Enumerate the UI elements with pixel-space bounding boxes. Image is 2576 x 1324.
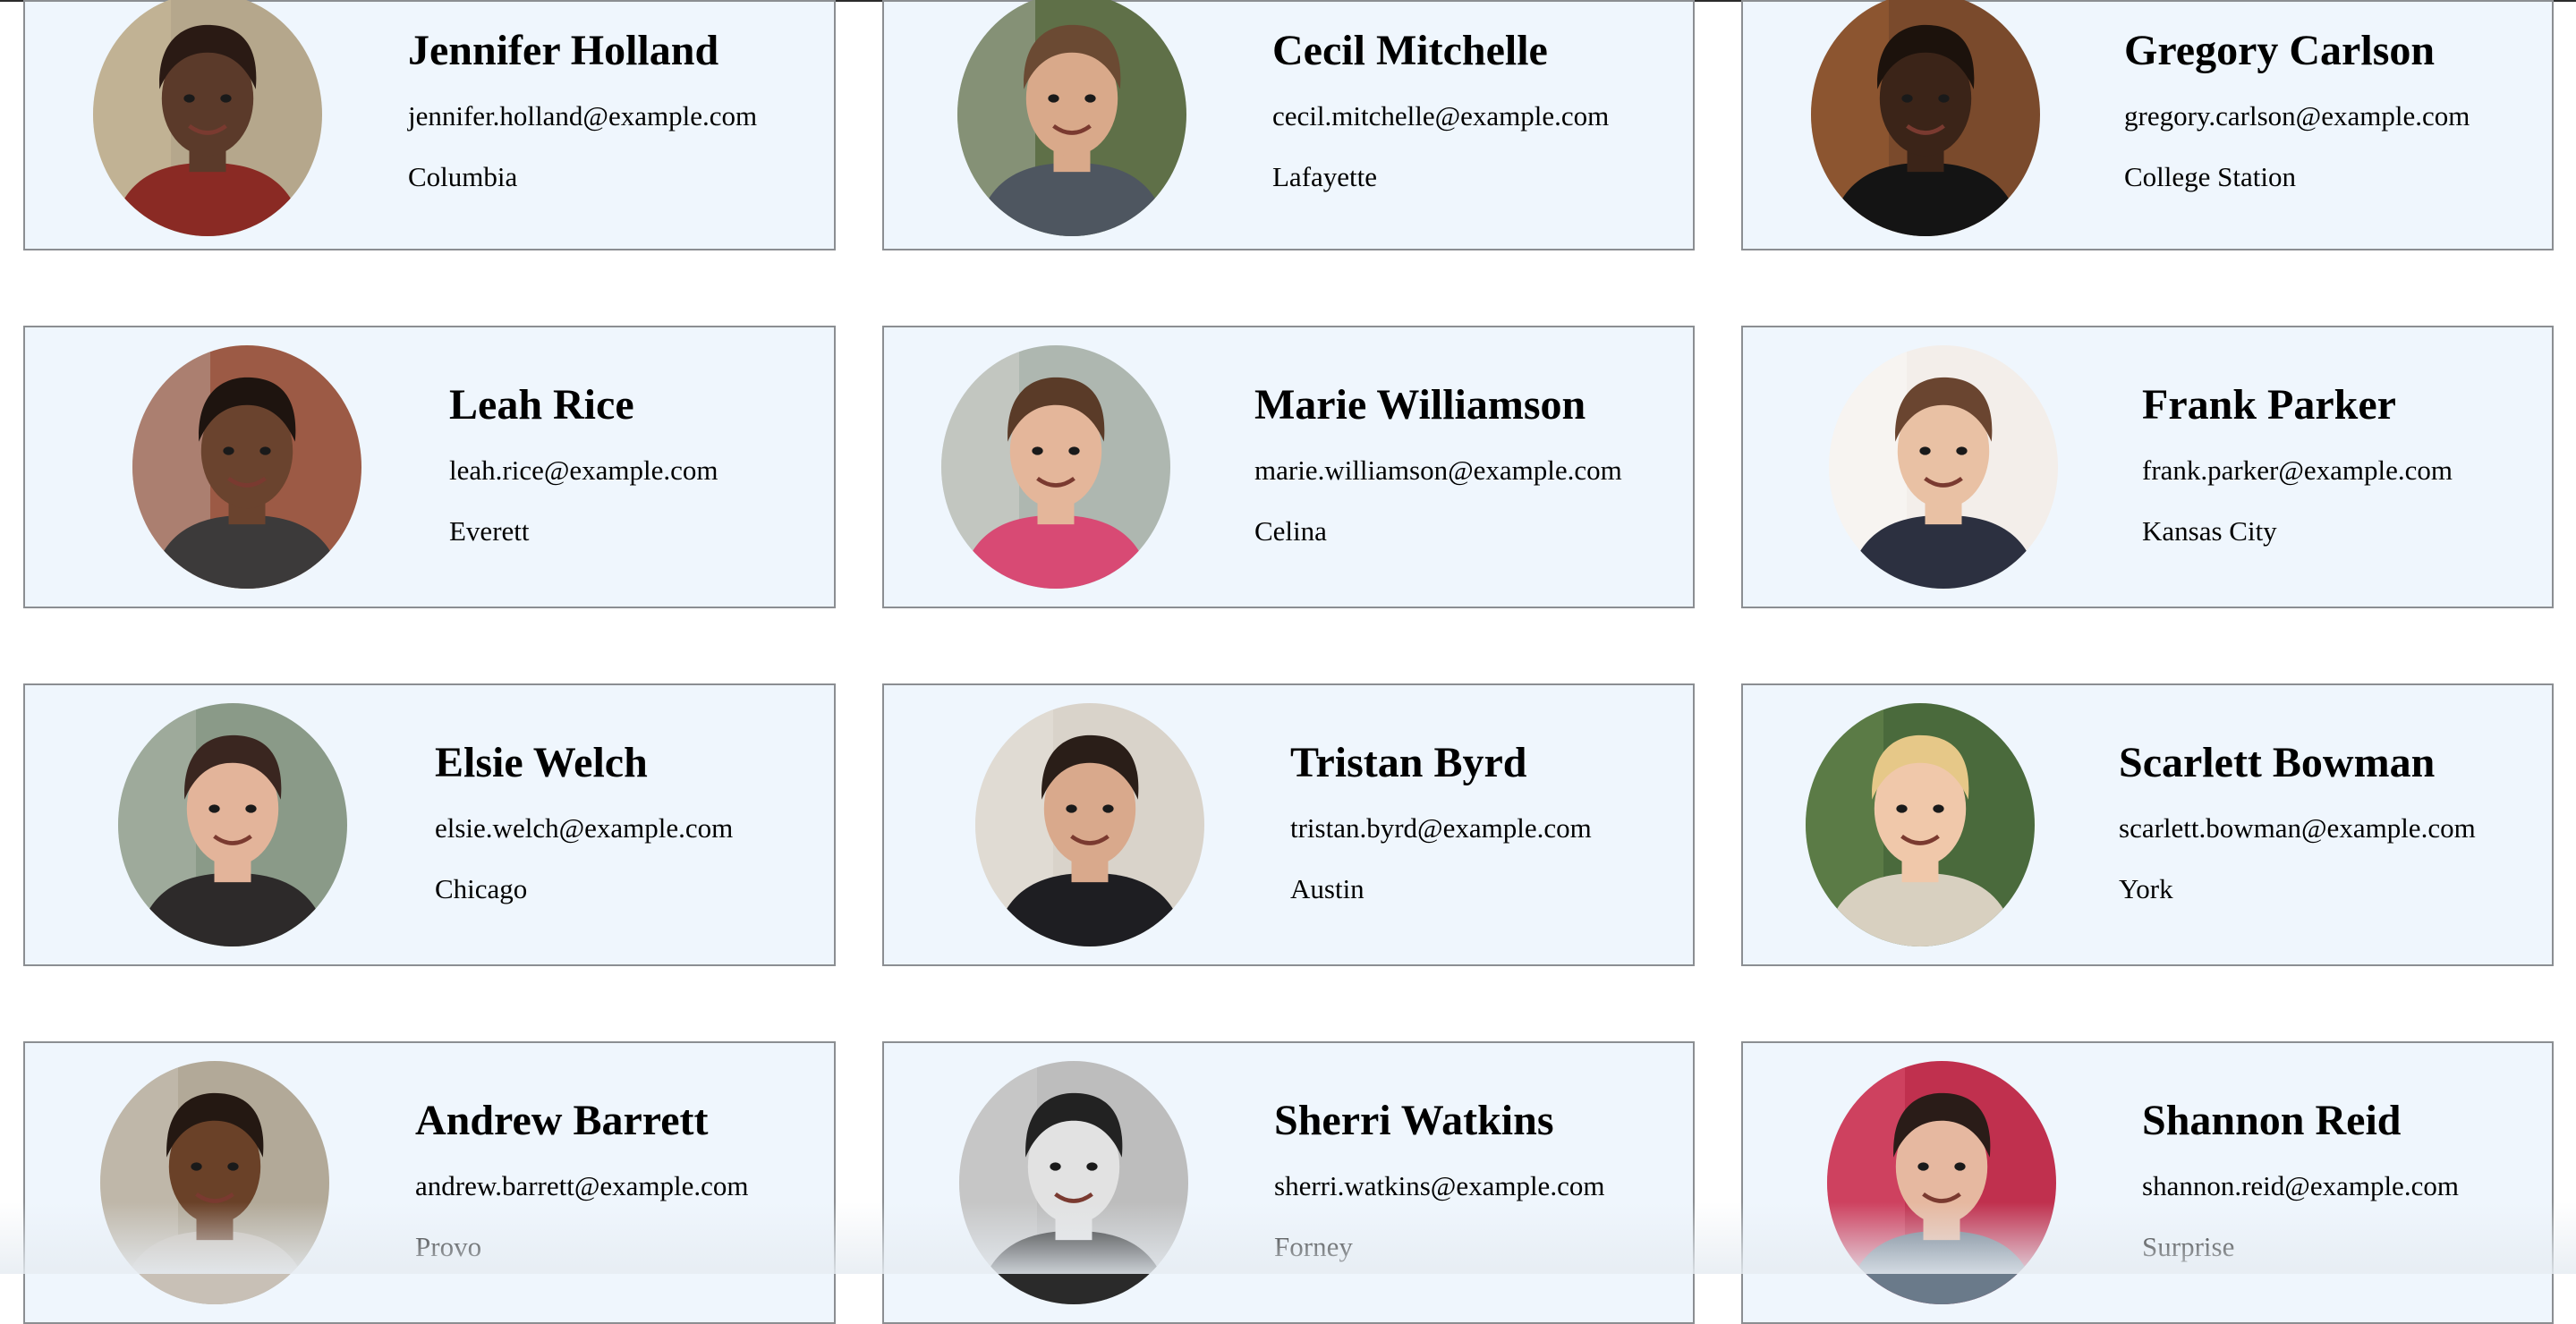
user-name: Leah Rice [449, 381, 634, 429]
user-card[interactable]: Jennifer Holland jennifer.holland@exampl… [23, 0, 836, 250]
user-name: Jennifer Holland [408, 27, 719, 74]
user-city: Celina [1254, 515, 1327, 547]
user-card[interactable]: Marie Williamson marie.williamson@exampl… [882, 326, 1695, 608]
user-city: College Station [2124, 161, 2297, 192]
user-info: Shannon Reid shannon.reid@example.com Su… [2142, 1093, 2459, 1265]
user-city: Chicago [435, 873, 528, 904]
user-name: Elsie Welch [435, 739, 648, 786]
user-info: Elsie Welch elsie.welch@example.com Chic… [435, 735, 733, 907]
user-email: andrew.barrett@example.com [415, 1170, 749, 1201]
user-name: Gregory Carlson [2124, 27, 2436, 74]
user-card[interactable]: Elsie Welch elsie.welch@example.com Chic… [23, 683, 836, 966]
user-info: Leah Rice leah.rice@example.com Everett [449, 378, 718, 549]
user-name: Tristan Byrd [1290, 739, 1527, 786]
user-avatar [93, 0, 322, 236]
user-info: Scarlett Bowman scarlett.bowman@example.… [2119, 735, 2476, 907]
user-name: Sherri Watkins [1274, 1097, 1554, 1144]
user-card[interactable]: Cecil Mitchelle cecil.mitchelle@example.… [882, 0, 1695, 250]
user-city: Forney [1274, 1231, 1353, 1262]
user-info: Gregory Carlson gregory.carlson@example.… [2124, 23, 2470, 195]
user-email: leah.rice@example.com [449, 454, 718, 486]
user-card[interactable]: Scarlett Bowman scarlett.bowman@example.… [1741, 683, 2554, 966]
user-avatar [1806, 703, 2035, 946]
user-card[interactable]: Shannon Reid shannon.reid@example.com Su… [1741, 1041, 2554, 1324]
user-name: Andrew Barrett [415, 1097, 709, 1144]
user-avatar [957, 0, 1186, 236]
user-info: Andrew Barrett andrew.barrett@example.co… [415, 1093, 749, 1265]
user-email: cecil.mitchelle@example.com [1272, 100, 1610, 132]
user-email: gregory.carlson@example.com [2124, 100, 2470, 132]
user-city: Lafayette [1272, 161, 1378, 192]
user-avatar [100, 1061, 329, 1304]
user-avatar [132, 345, 361, 589]
user-info: Sherri Watkins sherri.watkins@example.co… [1274, 1093, 1604, 1265]
user-email: sherri.watkins@example.com [1274, 1170, 1605, 1201]
user-card[interactable]: Andrew Barrett andrew.barrett@example.co… [23, 1041, 836, 1324]
user-avatar [118, 703, 347, 946]
user-card[interactable]: Leah Rice leah.rice@example.com Everett [23, 326, 836, 608]
user-card[interactable]: Tristan Byrd tristan.byrd@example.com Au… [882, 683, 1695, 966]
user-email: tristan.byrd@example.com [1290, 812, 1592, 844]
user-city: York [2119, 873, 2173, 904]
user-card[interactable]: Frank Parker frank.parker@example.com Ka… [1741, 326, 2554, 608]
user-name: Scarlett Bowman [2119, 739, 2436, 786]
user-info: Frank Parker frank.parker@example.com Ka… [2142, 378, 2453, 549]
user-city: Columbia [408, 161, 518, 192]
user-name: Frank Parker [2142, 381, 2396, 429]
user-name: Shannon Reid [2142, 1097, 2402, 1144]
user-info: Jennifer Holland jennifer.holland@exampl… [408, 23, 757, 195]
user-city: Provo [415, 1231, 482, 1262]
user-city: Austin [1290, 873, 1365, 904]
user-email: elsie.welch@example.com [435, 812, 734, 844]
user-card[interactable]: Gregory Carlson gregory.carlson@example.… [1741, 0, 2554, 250]
user-email: scarlett.bowman@example.com [2119, 812, 2476, 844]
user-card-grid: Jennifer Holland jennifer.holland@exampl… [23, 0, 2554, 1324]
user-info: Tristan Byrd tristan.byrd@example.com Au… [1290, 735, 1592, 907]
user-avatar [941, 345, 1170, 589]
user-card[interactable]: Sherri Watkins sherri.watkins@example.co… [882, 1041, 1695, 1324]
user-name: Cecil Mitchelle [1272, 27, 1548, 74]
user-name: Marie Williamson [1254, 381, 1586, 429]
user-avatar [975, 703, 1204, 946]
user-city: Everett [449, 515, 530, 547]
user-city: Surprise [2142, 1231, 2235, 1262]
user-avatar [959, 1061, 1188, 1304]
user-info: Cecil Mitchelle cecil.mitchelle@example.… [1272, 23, 1609, 195]
user-email: jennifer.holland@example.com [408, 100, 758, 132]
user-info: Marie Williamson marie.williamson@exampl… [1254, 378, 1622, 549]
user-avatar [1829, 345, 2058, 589]
user-city: Kansas City [2142, 515, 2277, 547]
user-email: frank.parker@example.com [2142, 454, 2453, 486]
user-email: shannon.reid@example.com [2142, 1170, 2459, 1201]
user-avatar [1827, 1061, 2056, 1304]
user-avatar [1811, 0, 2040, 236]
user-email: marie.williamson@example.com [1254, 454, 1622, 486]
